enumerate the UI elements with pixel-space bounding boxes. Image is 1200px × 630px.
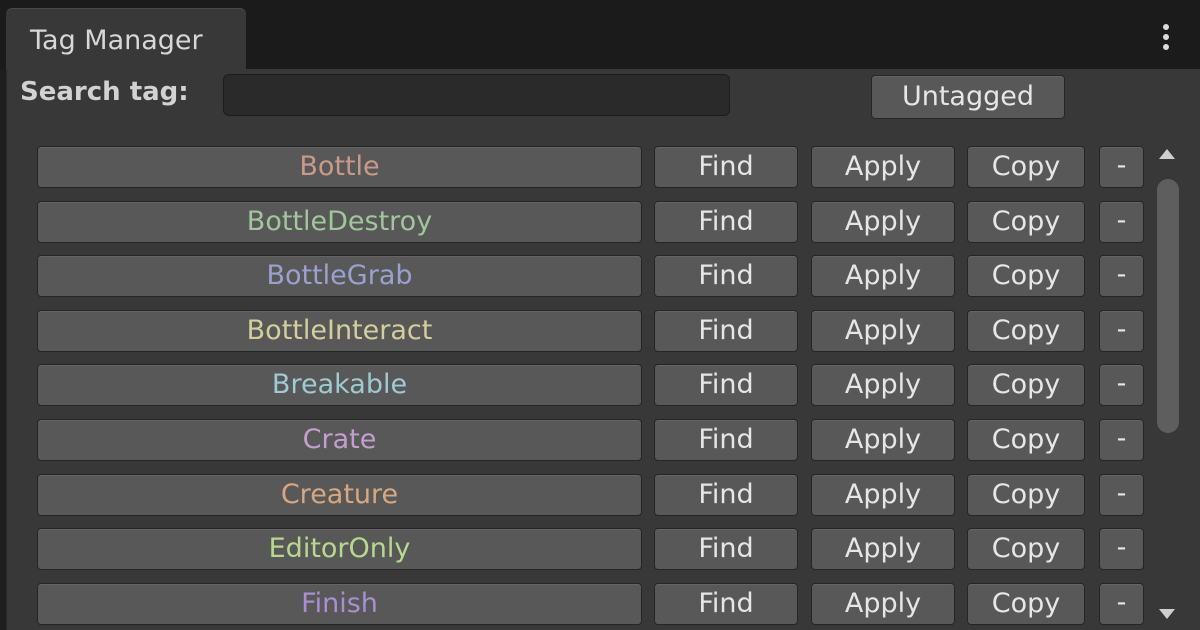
apply-button[interactable]: Apply	[811, 473, 955, 516]
scroll-up-arrow-icon[interactable]	[1159, 149, 1175, 159]
copy-button[interactable]: Copy	[967, 582, 1085, 625]
copy-button[interactable]: Copy	[967, 309, 1085, 352]
remove-tag-button[interactable]: -	[1099, 528, 1144, 571]
find-button[interactable]: Find	[654, 473, 798, 516]
copy-button[interactable]: Copy	[967, 364, 1085, 407]
copy-button[interactable]: Copy	[967, 146, 1085, 188]
remove-tag-button[interactable]: -	[1099, 200, 1144, 243]
find-button[interactable]: Find	[654, 255, 798, 298]
menu-dot	[1163, 34, 1169, 40]
kebab-menu-icon[interactable]	[1154, 24, 1178, 52]
find-button[interactable]: Find	[654, 582, 798, 625]
apply-button[interactable]: Apply	[811, 528, 955, 571]
find-button[interactable]: Find	[654, 200, 798, 243]
apply-button[interactable]: Apply	[811, 582, 955, 625]
tag-row: Creature Find Apply Copy -	[7, 473, 1147, 518]
tag-name-button[interactable]: BottleGrab	[37, 255, 642, 298]
apply-button[interactable]: Apply	[811, 419, 955, 461]
tag-name-button[interactable]: Crate	[37, 419, 642, 461]
tab-bar: Tag Manager	[0, 0, 1200, 70]
apply-button[interactable]: Apply	[811, 200, 955, 243]
search-input[interactable]	[223, 74, 730, 116]
find-button[interactable]: Find	[654, 364, 798, 407]
copy-button[interactable]: Copy	[967, 473, 1085, 516]
tab-tag-manager[interactable]: Tag Manager	[6, 8, 246, 70]
copy-button[interactable]: Copy	[967, 255, 1085, 298]
tab-title: Tag Manager	[30, 25, 203, 56]
copy-button[interactable]: Copy	[967, 200, 1085, 243]
scroll-down-arrow-icon[interactable]	[1159, 609, 1175, 619]
tag-row: BottleInteract Find Apply Copy -	[7, 309, 1147, 354]
search-label: Search tag:	[20, 77, 189, 107]
remove-tag-button[interactable]: -	[1099, 146, 1144, 188]
remove-tag-button[interactable]: -	[1099, 255, 1144, 298]
tag-row: EditorOnly Find Apply Copy -	[7, 528, 1147, 572]
copy-button[interactable]: Copy	[967, 419, 1085, 461]
tag-manager-panel: Search tag: Untagged Bottle Find Apply Copy…	[6, 69, 1200, 630]
remove-tag-button[interactable]: -	[1099, 582, 1144, 625]
remove-tag-button[interactable]: -	[1099, 309, 1144, 352]
find-button[interactable]: Find	[654, 528, 798, 571]
tag-row: BottleGrab Find Apply Copy -	[7, 255, 1147, 299]
remove-tag-button[interactable]: -	[1099, 473, 1144, 516]
apply-button[interactable]: Apply	[811, 364, 955, 407]
find-button[interactable]: Find	[654, 146, 798, 188]
tag-row: BottleDestroy Find Apply Copy -	[7, 200, 1147, 245]
apply-button[interactable]: Apply	[811, 255, 955, 298]
remove-tag-button[interactable]: -	[1099, 364, 1144, 407]
find-button[interactable]: Find	[654, 419, 798, 461]
apply-button[interactable]: Apply	[811, 309, 955, 352]
tag-name-button[interactable]: Creature	[37, 473, 642, 516]
tag-name-button[interactable]: BottleInteract	[37, 309, 642, 352]
find-button[interactable]: Find	[654, 309, 798, 352]
tag-name-button[interactable]: Breakable	[37, 364, 642, 407]
tag-name-button[interactable]: EditorOnly	[37, 528, 642, 571]
menu-dot	[1163, 44, 1169, 50]
remove-tag-button[interactable]: -	[1099, 419, 1144, 461]
copy-button[interactable]: Copy	[967, 528, 1085, 571]
tag-name-button[interactable]: BottleDestroy	[37, 200, 642, 243]
tag-name-button[interactable]: Finish	[37, 582, 642, 625]
tag-row: Breakable Find Apply Copy -	[7, 364, 1147, 408]
apply-button[interactable]: Apply	[811, 146, 955, 188]
tag-name-button[interactable]: Bottle	[37, 146, 642, 188]
tag-row: Crate Find Apply Copy -	[7, 419, 1147, 463]
scrollbar-thumb[interactable]	[1157, 179, 1179, 433]
tag-row: Bottle Find Apply Copy -	[7, 146, 1147, 190]
menu-dot	[1163, 24, 1169, 30]
tag-row: Finish Find Apply Copy -	[7, 582, 1147, 627]
tag-manager-window: Tag Manager Search tag: Untagged Bottle F…	[0, 0, 1200, 630]
untagged-button[interactable]: Untagged	[871, 75, 1065, 119]
